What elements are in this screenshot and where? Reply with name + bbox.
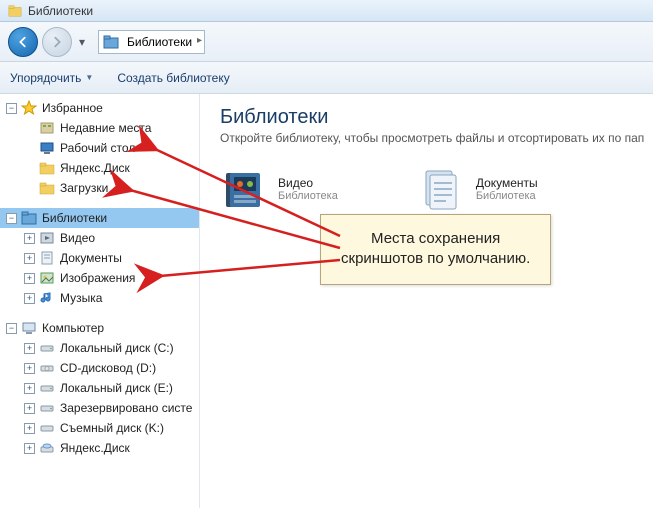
expand-icon[interactable]: + [24, 253, 35, 264]
collapse-icon[interactable]: − [6, 213, 17, 224]
tree-label: Библиотеки [42, 211, 107, 225]
back-button[interactable] [8, 27, 38, 57]
page-subtitle: Откройте библиотеку, чтобы просмотреть ф… [220, 131, 653, 145]
expand-icon[interactable]: + [24, 403, 35, 414]
tree-item-removable-k[interactable]: + Съемный диск (K:) [0, 418, 199, 438]
tree-label: Избранное [42, 101, 103, 115]
tree-item-downloads[interactable]: Загрузки [0, 178, 199, 198]
tree-label: Изображения [60, 271, 135, 285]
tree-label: Зарезервировано систе [60, 401, 192, 415]
create-library-label: Создать библиотеку [117, 71, 229, 85]
forward-button[interactable] [42, 27, 72, 57]
sidebar: − Избранное Недавние места Рабочий стол … [0, 94, 200, 508]
expand-icon[interactable]: + [24, 363, 35, 374]
library-item-documents[interactable]: Документы Библиотека [418, 165, 538, 213]
organize-menu[interactable]: Упорядочить ▼ [10, 71, 93, 85]
organize-label: Упорядочить [10, 71, 81, 85]
tree-group-computer: − Компьютер + Локальный диск (C:) + CD-д… [0, 318, 199, 458]
nav-bar: ▾ Библиотеки [0, 22, 653, 62]
expand-icon[interactable]: + [24, 293, 35, 304]
tree-item-reserved[interactable]: + Зарезервировано систе [0, 398, 199, 418]
tree-item-yandex-drive[interactable]: + Яндекс.Диск [0, 438, 199, 458]
tree-node-computer[interactable]: − Компьютер [0, 318, 199, 338]
tree-label: Яндекс.Диск [60, 161, 130, 175]
recent-places-icon [39, 120, 55, 136]
content-pane: Библиотеки Откройте библиотеку, чтобы пр… [200, 94, 653, 508]
tree-label: Локальный диск (E:) [60, 381, 173, 395]
folder-icon [39, 180, 55, 196]
expand-icon[interactable]: + [24, 443, 35, 454]
collapse-icon[interactable]: − [6, 103, 17, 114]
documents-library-icon [418, 165, 466, 213]
toolbar: Упорядочить ▼ Создать библиотеку [0, 62, 653, 94]
expand-icon[interactable]: + [24, 383, 35, 394]
tree-item-disk-c[interactable]: + Локальный диск (C:) [0, 338, 199, 358]
tree-item-music[interactable]: + Музыка [0, 288, 199, 308]
create-library-button[interactable]: Создать библиотеку [117, 71, 229, 85]
window-title: Библиотеки [28, 4, 93, 18]
removable-drive-icon [39, 420, 55, 436]
title-bar: Библиотеки [0, 0, 653, 22]
library-item-videos[interactable]: Видео Библиотека [220, 165, 338, 213]
tree-label: Музыка [60, 291, 102, 305]
callout-line1: Места сохранения [341, 229, 530, 249]
computer-icon [21, 320, 37, 336]
tree-node-favorites[interactable]: − Избранное [0, 98, 199, 118]
tree-label: Недавние места [60, 121, 151, 135]
libraries-icon [103, 34, 119, 50]
expand-icon[interactable]: + [24, 423, 35, 434]
address-segment[interactable]: Библиотеки [123, 33, 200, 51]
library-name: Документы [476, 176, 538, 190]
tree-label: Загрузки [60, 181, 108, 195]
tree-label: CD-дисковод (D:) [60, 361, 156, 375]
desktop-icon [39, 140, 55, 156]
tree-label: Яндекс.Диск [60, 441, 130, 455]
music-library-icon [39, 290, 55, 306]
tree-item-disk-e[interactable]: + Локальный диск (E:) [0, 378, 199, 398]
tree-item-cd-d[interactable]: + CD-дисковод (D:) [0, 358, 199, 378]
collapse-icon[interactable]: − [6, 323, 17, 334]
documents-library-icon [39, 250, 55, 266]
tree-label: Документы [60, 251, 122, 265]
tree-item-documents[interactable]: + Документы [0, 248, 199, 268]
video-library-icon [39, 230, 55, 246]
cloud-drive-icon [39, 440, 55, 456]
tree-label: Компьютер [42, 321, 104, 335]
library-sub: Библиотека [278, 190, 338, 202]
cd-drive-icon [39, 360, 55, 376]
pictures-library-icon [39, 270, 55, 286]
tree-item-videos[interactable]: + Видео [0, 228, 199, 248]
tree-item-pictures[interactable]: + Изображения [0, 268, 199, 288]
window-icon [8, 4, 22, 18]
expand-icon[interactable]: + [24, 273, 35, 284]
page-title: Библиотеки [220, 106, 653, 129]
video-library-icon [220, 165, 268, 213]
tree-item-desktop[interactable]: Рабочий стол [0, 138, 199, 158]
library-grid: Видео Библиотека Документы [220, 165, 653, 213]
tree-label: Видео [60, 231, 95, 245]
expand-icon[interactable]: + [24, 233, 35, 244]
drive-icon [39, 380, 55, 396]
star-icon [21, 100, 37, 116]
folder-icon [39, 160, 55, 176]
tree-node-libraries[interactable]: − Библиотеки [0, 208, 199, 228]
drive-icon [39, 400, 55, 416]
library-sub: Библиотека [476, 190, 538, 202]
drive-icon [39, 340, 55, 356]
address-bar[interactable]: Библиотеки [98, 30, 205, 54]
tree-label: Съемный диск (K:) [60, 421, 164, 435]
tree-group-libraries: − Библиотеки + Видео + Документы + Изобр… [0, 208, 199, 308]
nav-history-dropdown[interactable]: ▾ [76, 28, 88, 56]
tree-group-favorites: − Избранное Недавние места Рабочий стол … [0, 98, 199, 198]
tree-label: Локальный диск (C:) [60, 341, 174, 355]
annotation-callout: Места сохранения скриншотов по умолчанию… [320, 214, 551, 285]
tree-item-yandex-disk[interactable]: Яндекс.Диск [0, 158, 199, 178]
tree-label: Рабочий стол [60, 141, 135, 155]
expand-icon[interactable]: + [24, 343, 35, 354]
callout-line2: скриншотов по умолчанию. [341, 249, 530, 269]
libraries-icon [21, 210, 37, 226]
tree-item-recent-places[interactable]: Недавние места [0, 118, 199, 138]
library-name: Видео [278, 176, 338, 190]
chevron-down-icon: ▼ [85, 73, 93, 82]
